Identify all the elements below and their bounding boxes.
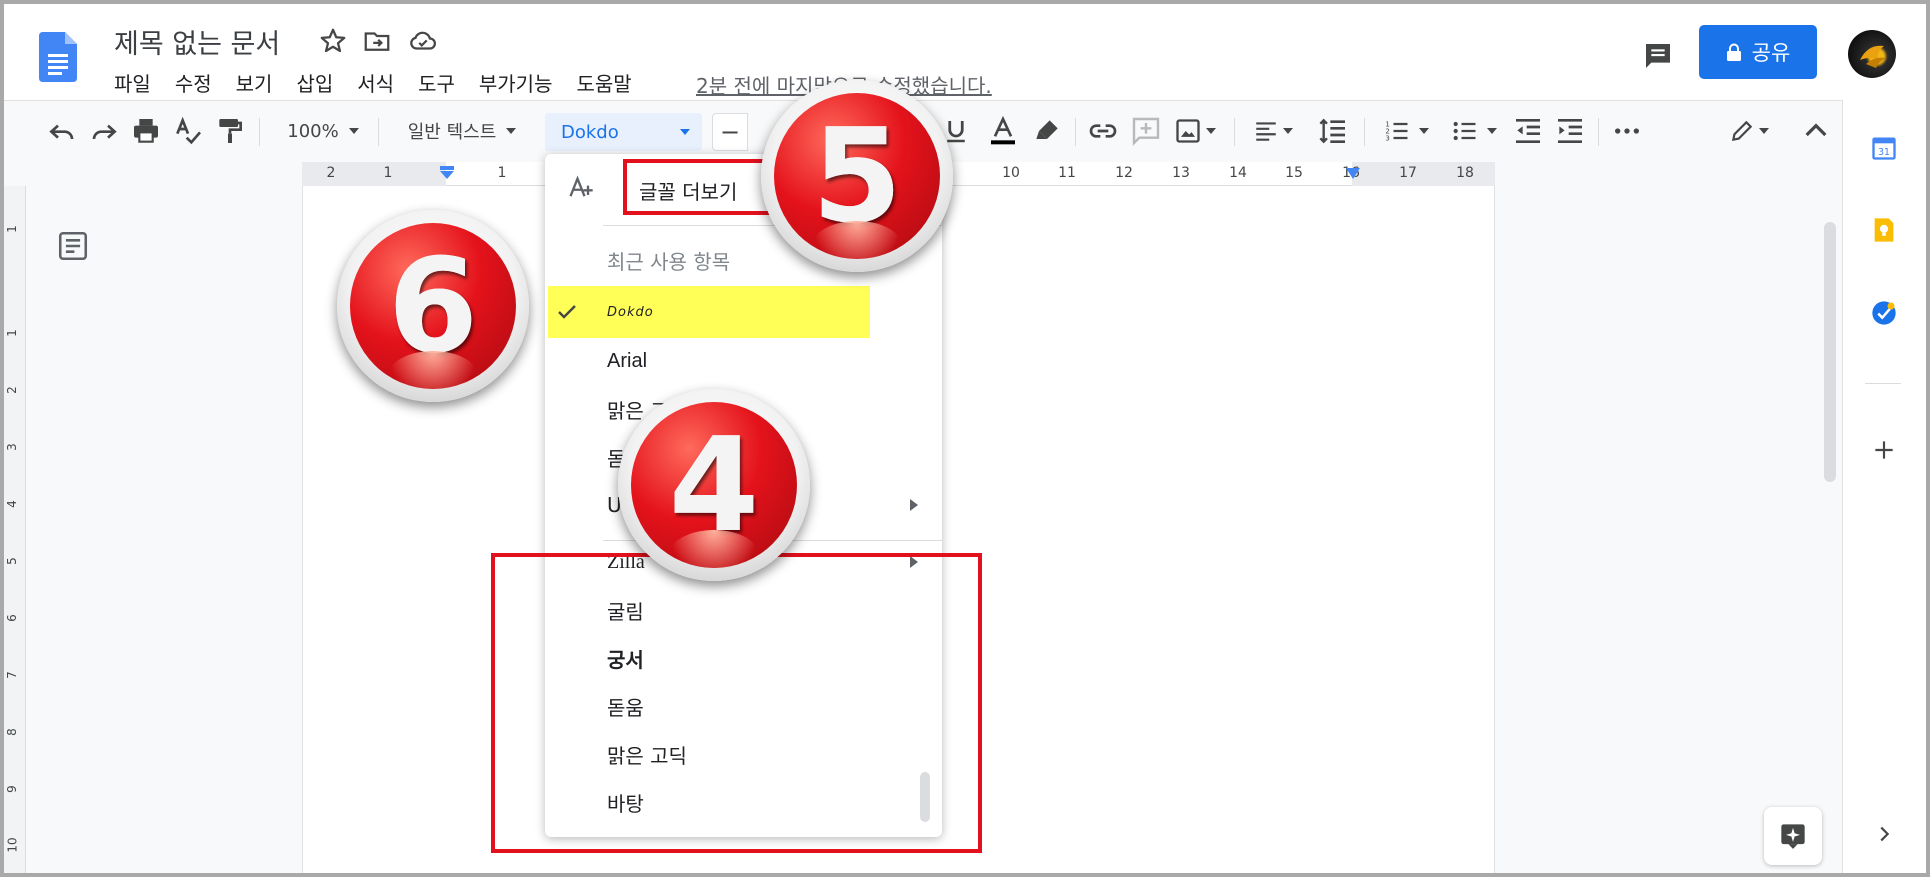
left-indent-marker-icon[interactable] [438, 166, 456, 180]
text-color-icon[interactable] [985, 115, 1021, 147]
more-options-icon[interactable] [1610, 115, 1644, 147]
font-select[interactable]: Dokdo [545, 113, 702, 151]
share-button[interactable]: 공유 [1699, 25, 1817, 79]
docs-logo-icon[interactable] [39, 32, 77, 82]
star-icon[interactable] [318, 26, 348, 56]
lock-icon [1726, 43, 1741, 61]
numbered-list-icon: 123 [1385, 120, 1408, 142]
caret-down-icon [1419, 128, 1429, 134]
menu-insert[interactable]: 삽입 [284, 68, 345, 98]
caret-down-icon [348, 128, 359, 134]
svg-text:3: 3 [1385, 134, 1389, 142]
account-avatar[interactable] [1848, 30, 1896, 78]
cloud-saved-icon[interactable] [408, 26, 438, 56]
explore-button[interactable] [1764, 807, 1822, 865]
image-icon [1176, 119, 1200, 143]
caret-down-icon [1206, 128, 1216, 134]
menu-bar: 파일 수정 보기 삽입 서식 도구 부가기능 도움말 [114, 68, 644, 98]
increase-indent-icon[interactable] [1554, 115, 1586, 147]
menu-format[interactable]: 서식 [345, 68, 406, 98]
caret-down-icon [506, 128, 517, 134]
bulleted-list-button[interactable] [1444, 115, 1504, 147]
menu-help[interactable]: 도움말 [564, 68, 643, 98]
docs-window: 제목 없는 문서 파일 수정 보기 삽입 서식 도구 부가기능 도움말 2분 전… [4, 4, 1926, 873]
font-item-dokdo[interactable]: Dokdo [548, 286, 870, 338]
step-6-badge: 6 [337, 210, 529, 402]
add-font-icon [569, 175, 593, 197]
doc-title[interactable]: 제목 없는 문서 [114, 22, 280, 61]
move-folder-icon[interactable] [362, 26, 392, 56]
document-outline-icon[interactable] [56, 229, 90, 263]
explore-star-icon [1781, 824, 1805, 849]
menu-addons[interactable]: 부가기능 [467, 68, 565, 98]
print-icon[interactable] [130, 115, 162, 147]
step-4-badge: 4 [618, 389, 810, 581]
menu-file[interactable]: 파일 [114, 68, 163, 98]
menu-view[interactable]: 보기 [224, 68, 285, 98]
zoom-select[interactable]: 100% [278, 115, 368, 147]
side-panel: 31 [1842, 100, 1926, 873]
insert-link-icon[interactable] [1086, 115, 1120, 147]
style-value: 일반 텍스트 [407, 122, 497, 143]
comment-history-icon[interactable] [1642, 40, 1674, 72]
paint-format-icon[interactable] [214, 115, 246, 147]
add-comment-icon[interactable] [1130, 115, 1162, 147]
numbered-list-button[interactable]: 123 [1376, 115, 1436, 147]
step-5-badge: 5 [761, 80, 953, 272]
document-scrollbar[interactable] [1824, 222, 1836, 482]
expand-panel-icon[interactable] [1864, 814, 1904, 854]
font-list-highlight [491, 553, 982, 853]
keep-icon[interactable] [1864, 210, 1904, 250]
menu-edit[interactable]: 수정 [163, 68, 224, 98]
right-indent-marker-icon[interactable] [1345, 168, 1361, 180]
zoom-value: 100% [287, 120, 339, 142]
bulleted-list-icon [1453, 121, 1476, 141]
menu-tools[interactable]: 도구 [406, 68, 467, 98]
style-select[interactable]: 일반 텍스트 [392, 115, 532, 147]
caret-down-icon [1283, 128, 1293, 134]
more-fonts-highlight [623, 159, 784, 215]
undo-icon[interactable] [46, 115, 78, 147]
align-left-icon [1256, 122, 1276, 141]
insert-image-button[interactable] [1170, 115, 1220, 147]
decrease-indent-icon[interactable] [1512, 115, 1544, 147]
vertical-ruler[interactable]: 1 1 2 3 4 5 6 7 8 9 10 [4, 186, 26, 873]
submenu-arrow-icon [910, 499, 918, 511]
add-addon-icon[interactable] [1864, 430, 1904, 470]
redo-icon[interactable] [88, 115, 120, 147]
calendar-date: 31 [1878, 147, 1890, 158]
tasks-icon[interactable] [1864, 293, 1904, 333]
app-header: 제목 없는 문서 파일 수정 보기 삽입 서식 도구 부가기능 도움말 2분 전… [4, 4, 1926, 100]
align-button[interactable] [1248, 115, 1298, 147]
caret-down-icon [680, 129, 690, 135]
editing-mode-button[interactable] [1722, 115, 1776, 147]
font-item-arial[interactable]: Arial [545, 337, 942, 385]
highlight-color-icon[interactable] [1031, 115, 1063, 147]
spellcheck-icon[interactable] [172, 115, 204, 147]
font-value: Dokdo [561, 121, 619, 143]
collapse-menus-icon[interactable] [1800, 115, 1832, 147]
caret-down-icon [1487, 128, 1497, 134]
pencil-icon [1731, 120, 1753, 142]
font-size-decrease-button[interactable]: − [712, 113, 748, 151]
checkmark-icon [558, 305, 576, 319]
share-label: 공유 [1751, 41, 1791, 65]
calendar-icon[interactable]: 31 [1864, 128, 1904, 168]
caret-down-icon [1759, 128, 1769, 134]
line-spacing-icon[interactable] [1316, 115, 1350, 147]
